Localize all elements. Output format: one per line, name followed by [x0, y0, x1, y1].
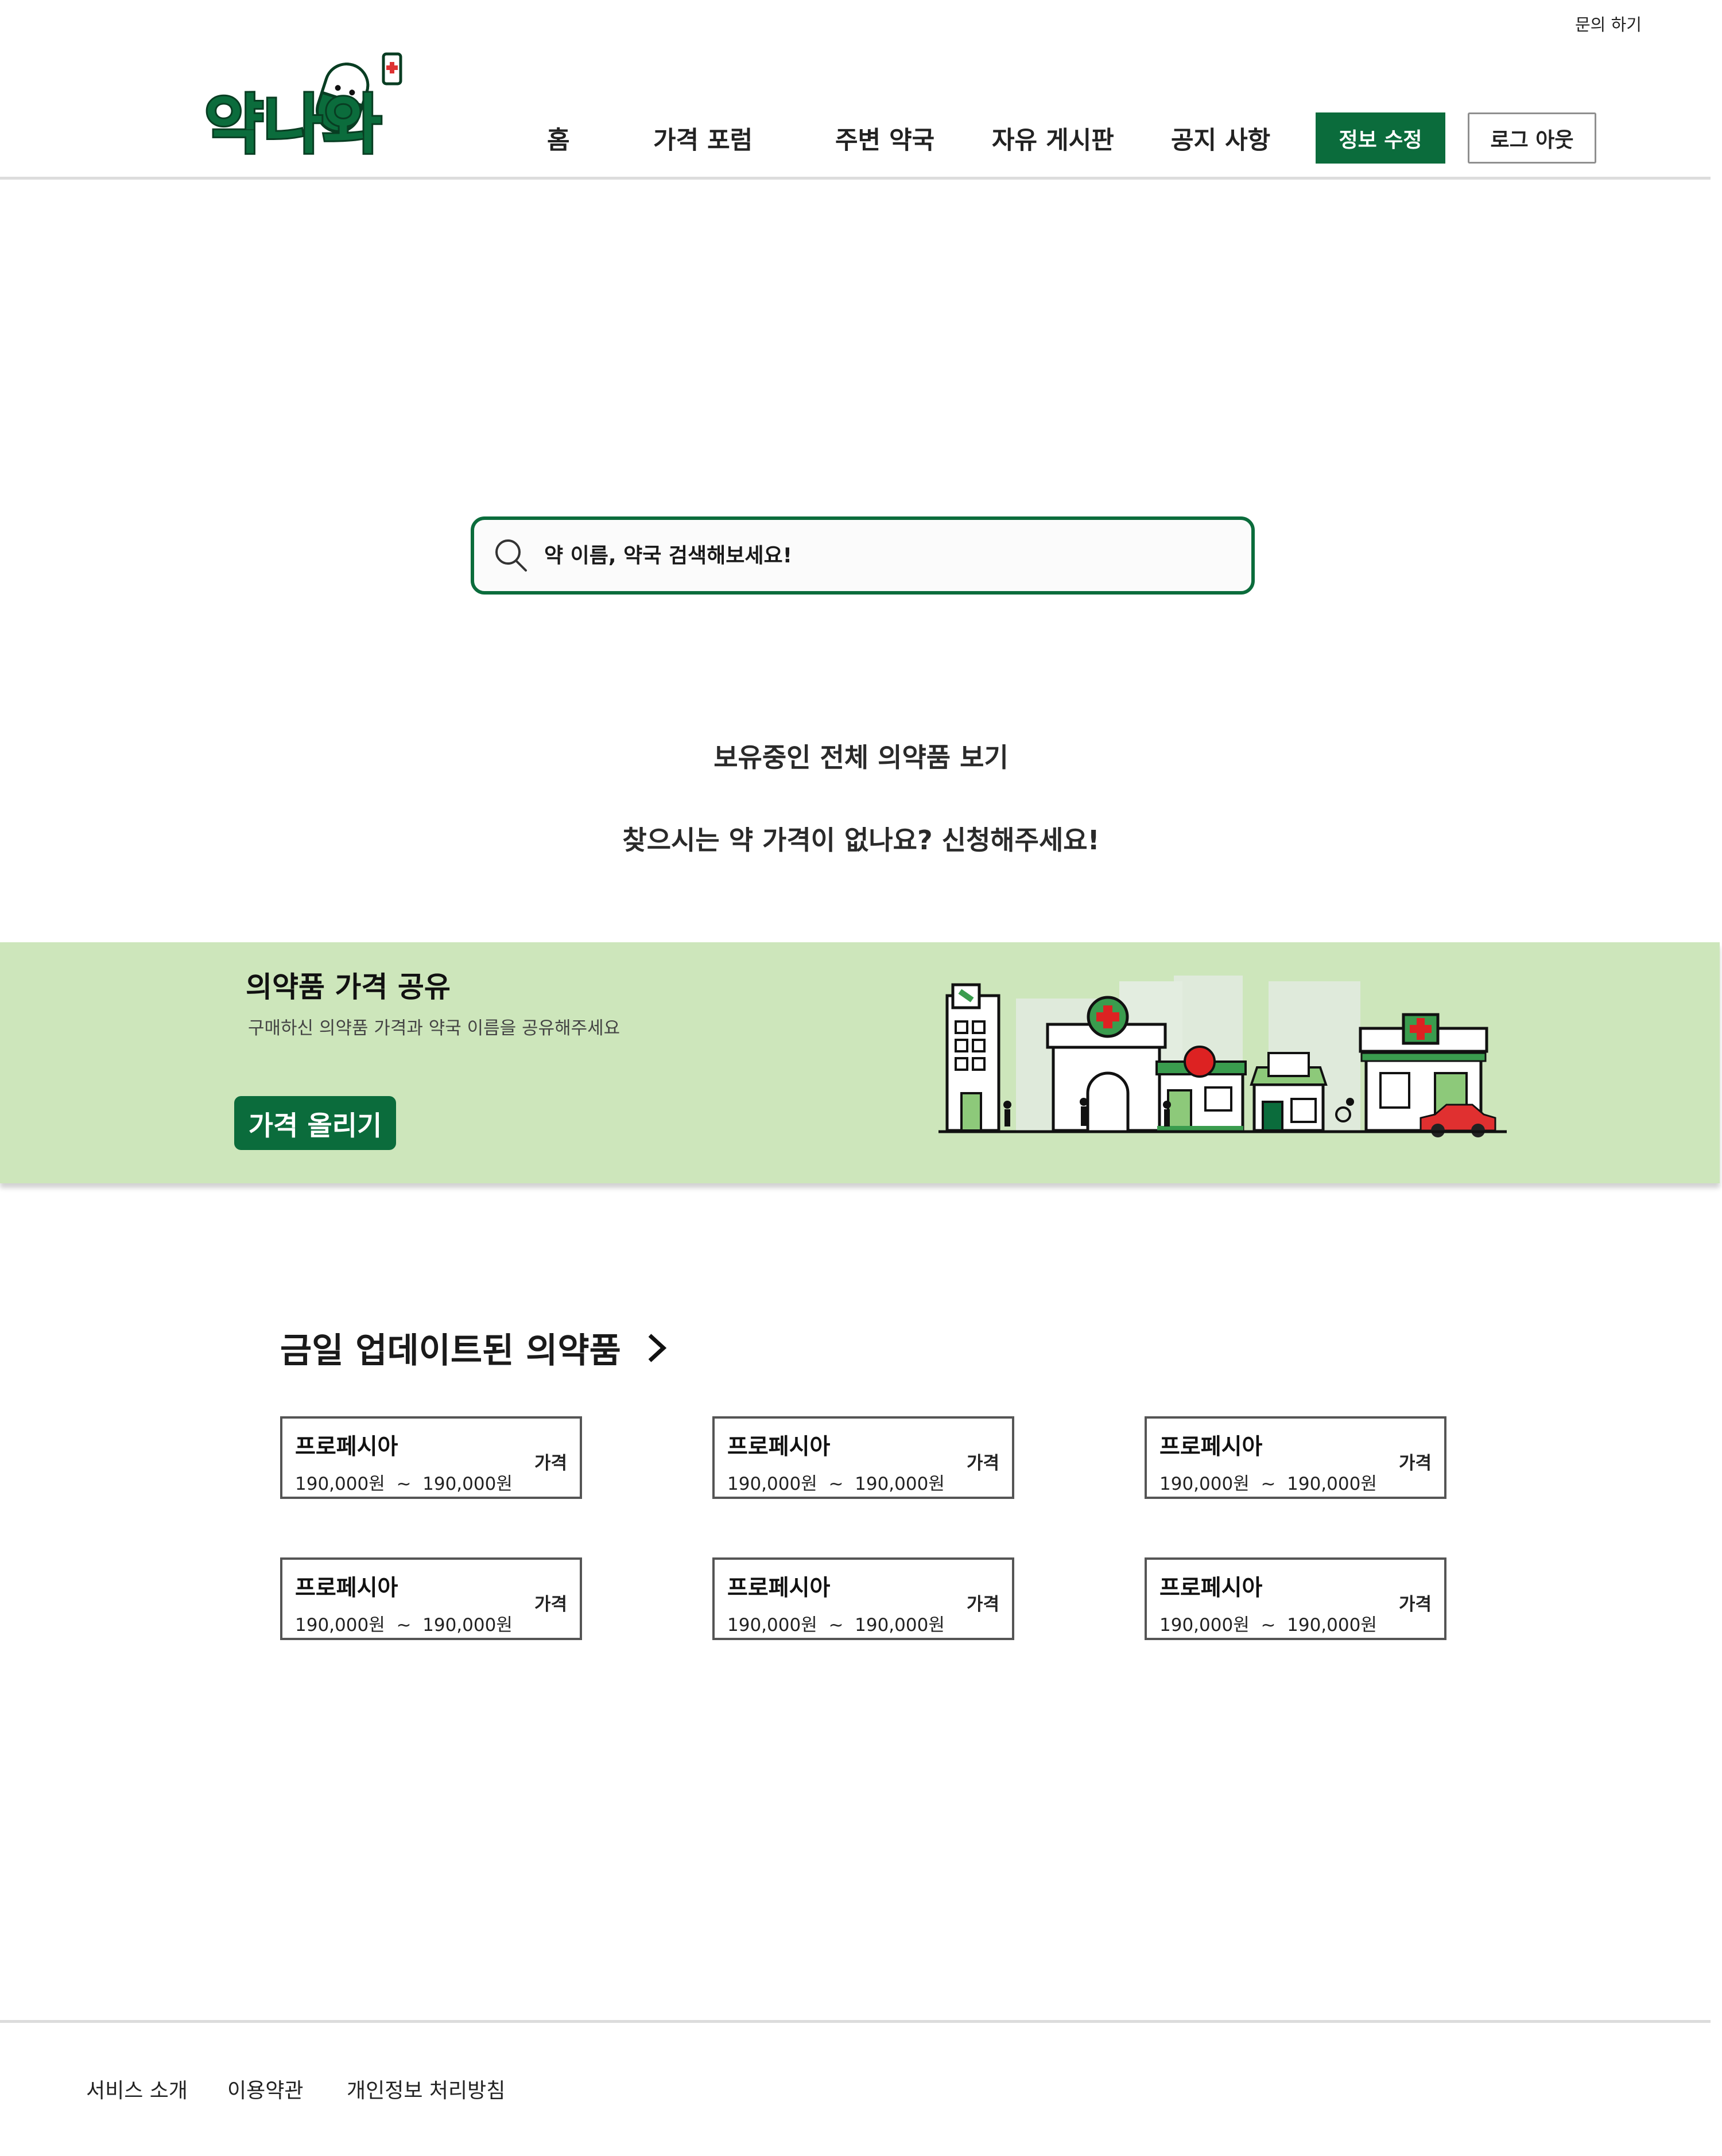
price-range: 190,000원 ~ 190,000원 [295, 1469, 513, 1495]
price-separator: ~ [828, 1474, 844, 1494]
price-max: 190,000원 [422, 1474, 513, 1494]
footer-divider [0, 2020, 1711, 2023]
request-price-link[interactable]: 찾으시는 약 가격이 없나요? 신청해주세요! [0, 819, 1722, 857]
upload-price-button[interactable]: 가격 올리기 [234, 1096, 396, 1150]
price-range: 190,000원 ~ 190,000원 [727, 1469, 945, 1495]
medicine-name: 프로페시아 [295, 1434, 398, 1460]
inquiry-link[interactable]: 문의 하기 [1575, 11, 1642, 36]
price-min: 190,000원 [295, 1615, 385, 1636]
price-tag: 가격 [534, 1453, 567, 1474]
price-min: 190,000원 [295, 1474, 385, 1494]
logo-mascot-icon: 약나와 [203, 52, 402, 164]
updated-medicines-title: 금일 업데이트된 의약품 [280, 1331, 621, 1371]
price-max: 190,000원 [855, 1474, 945, 1494]
nav-notice[interactable]: 공지 사항 [1171, 121, 1270, 156]
search-icon[interactable] [494, 538, 529, 573]
banner-subtitle: 구매하신 의약품 가격과 약국 이름을 공유해주세요 [248, 1018, 620, 1039]
price-min: 190,000원 [1159, 1615, 1250, 1636]
updated-medicines-heading[interactable]: 금일 업데이트된 의약품 [280, 1323, 668, 1373]
price-min: 190,000원 [727, 1474, 817, 1494]
price-tag: 가격 [534, 1594, 567, 1615]
price-tag: 가격 [966, 1594, 999, 1615]
price-max: 190,000원 [855, 1615, 945, 1636]
price-separator: ~ [396, 1615, 412, 1636]
banner-title: 의약품 가격 공유 [246, 970, 451, 1004]
medicine-name: 프로페시아 [727, 1575, 831, 1601]
price-separator: ~ [1261, 1615, 1276, 1636]
nav-price-forum[interactable]: 가격 포럼 [653, 121, 753, 156]
price-max: 190,000원 [1287, 1474, 1377, 1494]
price-min: 190,000원 [1159, 1474, 1250, 1494]
medicine-card[interactable]: 프로페시아 190,000원 ~ 190,000원 가격 [1145, 1416, 1446, 1499]
price-range: 190,000원 ~ 190,000원 [1159, 1469, 1377, 1495]
edit-profile-button[interactable]: 정보 수정 [1316, 112, 1445, 164]
price-separator: ~ [828, 1615, 844, 1636]
medicine-card[interactable]: 프로페시아 190,000원 ~ 190,000원 가격 [1145, 1557, 1446, 1640]
medicine-card[interactable]: 프로페시아 190,000원 ~ 190,000원 가격 [712, 1416, 1014, 1499]
price-range: 190,000원 ~ 190,000원 [295, 1610, 513, 1636]
site-logo[interactable]: 약나와 [201, 48, 411, 164]
search-input[interactable] [543, 543, 1203, 568]
footer-privacy-policy[interactable]: 개인정보 처리방침 [347, 2074, 505, 2104]
price-separator: ~ [396, 1474, 412, 1494]
price-tag: 가격 [1398, 1453, 1432, 1474]
medicine-name: 프로페시아 [1159, 1575, 1263, 1601]
logout-button[interactable]: 로그 아웃 [1468, 112, 1596, 164]
medicine-card[interactable]: 프로페시아 190,000원 ~ 190,000원 가격 [712, 1557, 1014, 1640]
svg-text:약나와: 약나와 [204, 88, 382, 161]
price-max: 190,000원 [1287, 1615, 1377, 1636]
search-bar[interactable] [471, 516, 1255, 595]
medicine-name: 프로페시아 [727, 1434, 831, 1460]
nav-free-board[interactable]: 자유 게시판 [992, 121, 1114, 156]
medicine-name: 프로페시아 [1159, 1434, 1263, 1460]
nav-nearby-pharmacy[interactable]: 주변 약국 [835, 121, 934, 156]
pharmacy-street-illustration [930, 964, 1515, 1142]
nav-home[interactable]: 홈 [547, 121, 570, 156]
price-range: 190,000원 ~ 190,000원 [727, 1610, 945, 1636]
price-separator: ~ [1261, 1474, 1276, 1494]
medicine-card[interactable]: 프로페시아 190,000원 ~ 190,000원 가격 [280, 1557, 582, 1640]
price-range: 190,000원 ~ 190,000원 [1159, 1610, 1377, 1636]
header-divider [0, 177, 1711, 180]
price-tag: 가격 [1398, 1594, 1432, 1615]
price-max: 190,000원 [422, 1615, 513, 1636]
medicine-name: 프로페시아 [295, 1575, 398, 1601]
footer-service-intro[interactable]: 서비스 소개 [86, 2074, 188, 2104]
medicine-card[interactable]: 프로페시아 190,000원 ~ 190,000원 가격 [280, 1416, 582, 1499]
chevron-right-icon[interactable] [645, 1332, 668, 1364]
view-all-medicines-link[interactable]: 보유중인 전체 의약품 보기 [0, 737, 1722, 775]
price-min: 190,000원 [727, 1615, 817, 1636]
price-tag: 가격 [966, 1453, 999, 1474]
footer-terms[interactable]: 이용약관 [227, 2074, 303, 2104]
